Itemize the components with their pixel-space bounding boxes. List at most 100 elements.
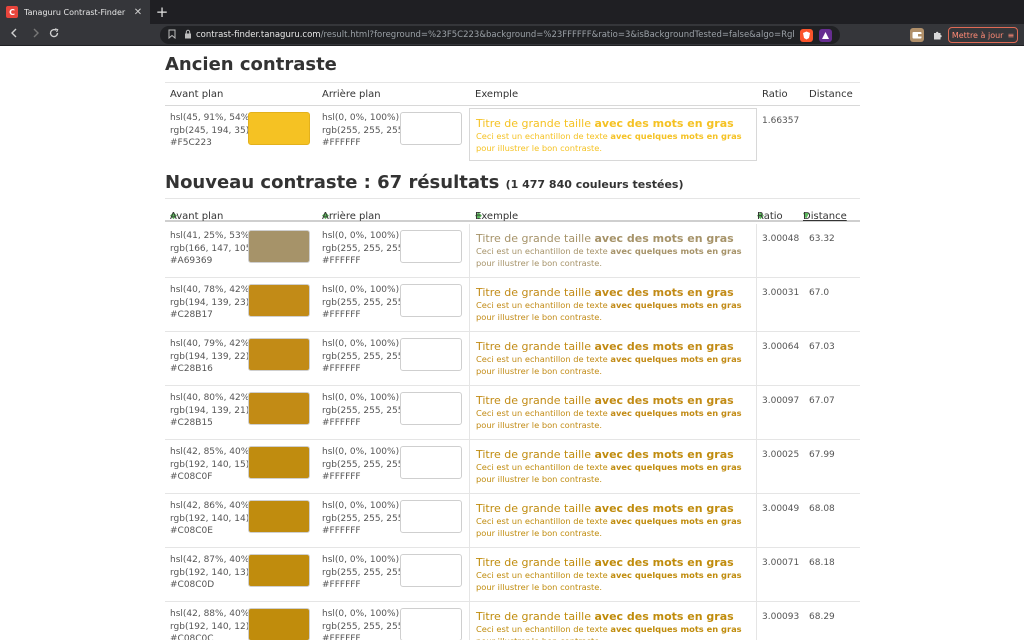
wallet-icon[interactable] [910, 28, 924, 42]
colors-tested-count: (1 477 840 couleurs testées) [505, 178, 684, 191]
sample-text: Ceci est un echantillon de texte avec qu… [476, 354, 756, 377]
sample-text-end: pour illustrer le bon contraste. [476, 581, 603, 592]
fg-values: hsl(42, 87%, 40%) rgb(192, 140, 13) #C08C0… [170, 554, 253, 592]
lock-icon[interactable] [184, 29, 196, 41]
fg-swatch [248, 230, 310, 263]
distance-value: 67.0 [809, 288, 830, 298]
sample-title-bold: avec des mots en gras [594, 556, 734, 569]
col-ratio: Ratio [762, 89, 788, 100]
fg-swatch [248, 284, 310, 317]
bg-values: hsl(0, 0%, 100%) rgb(255, 255, 255) #FFFFF… [322, 500, 407, 538]
update-button[interactable]: Mettre à jour ≡ [948, 27, 1018, 43]
fg-swatch [248, 554, 310, 587]
sample-title: Titre de grande taille avec des mots en … [476, 340, 756, 354]
extensions-icon[interactable] [930, 28, 944, 42]
sample-text-bold: avec quelques mots en gras [610, 354, 742, 364]
bg-values: hsl(0, 0%, 100%) rgb(255, 255, 255) #FFFFF… [322, 338, 407, 376]
back-icon[interactable] [6, 26, 22, 44]
result-row: hsl(42, 85%, 40%) rgb(192, 140, 15) #C08C0… [165, 440, 860, 494]
reload-icon[interactable] [46, 26, 62, 44]
sample-preview: Titre de grande taille avec des mots en … [469, 440, 757, 494]
bg-hsl: hsl(0, 0%, 100%) [322, 555, 400, 565]
bg-rgb: rgb(255, 255, 255) [322, 567, 407, 578]
old-sample: Titre de grande taille avec des mots en … [469, 108, 757, 161]
sample-text-normal: Ceci est un echantillon de texte [476, 408, 611, 418]
bg-values: hsl(0, 0%, 100%) rgb(255, 255, 255) #FFFFF… [322, 446, 407, 484]
new-table-header: ◆ Avant plan ◆ Arrière plan ◆ Exemple ◆ Rati… [165, 198, 860, 222]
sample-title: Titre de grande taille avec des mots en … [476, 556, 756, 570]
old-ratio: 1.66357 [762, 116, 800, 126]
bg-swatch [400, 500, 462, 533]
bg-hex: #FFFFFF [322, 526, 361, 536]
old-bg-hex: #FFFFFF [322, 138, 361, 148]
ratio-value: 3.00049 [762, 504, 800, 514]
ratio-value: 3.00025 [762, 450, 800, 460]
fg-values: hsl(40, 78%, 42%) rgb(194, 139, 23) #C28B1… [170, 284, 253, 322]
fg-hex: #C28B15 [170, 418, 213, 428]
bg-swatch [400, 284, 462, 317]
bg-rgb: rgb(255, 255, 255) [322, 297, 407, 308]
sample-title-bold: avec des mots en gras [594, 232, 734, 245]
sample-title: Titre de grande taille avec des mots en … [476, 394, 756, 408]
sample-text-end: pour illustrer le bon contraste. [476, 257, 603, 268]
fg-hex: #C28B17 [170, 310, 213, 320]
fg-rgb: rgb(192, 140, 13) [170, 567, 250, 578]
sample-text-end: pour illustrer le bon contraste. [476, 142, 603, 153]
bg-swatch [400, 392, 462, 425]
sample-text: Ceci est un echantillon de texte avec qu… [476, 300, 756, 323]
close-icon[interactable]: ✕ [132, 7, 144, 18]
fg-hex: #C08C0D [170, 580, 215, 590]
sample-preview: Titre de grande taille avec des mots en … [469, 278, 757, 332]
new-tab-button[interactable]: + [153, 2, 171, 22]
sample-text-end: pour illustrer le bon contraste. [476, 419, 603, 430]
distance-value: 63.32 [809, 234, 835, 244]
fg-rgb: rgb(194, 139, 23) [170, 297, 250, 308]
address-bar[interactable]: contrast-finder.tanaguru.com/result.html… [160, 26, 840, 44]
sort-example-label: Exemple [475, 211, 519, 222]
sample-text-normal: Ceci est un echantillon de texte [476, 300, 611, 310]
ratio-value: 3.00097 [762, 396, 800, 406]
tab-strip: C Tanaguru Contrast-Finder ✕ + [0, 0, 1024, 24]
sample-title-bold: avec des mots en gras [594, 502, 734, 515]
old-contrast-row: hsl(45, 91%, 54%) rgb(245, 194, 35) #F5C… [165, 106, 860, 164]
fg-rgb: rgb(192, 140, 14) [170, 513, 250, 524]
result-row: hsl(40, 78%, 42%) rgb(194, 139, 23) #C28B1… [165, 278, 860, 332]
sample-text-normal: Ceci est un echantillon de texte [476, 624, 611, 634]
old-fg-swatch [248, 112, 310, 145]
ratio-value: 3.00071 [762, 558, 800, 568]
bg-hsl: hsl(0, 0%, 100%) [322, 609, 400, 619]
distance-value: 68.18 [809, 558, 835, 568]
sample-text-normal: Ceci est un echantillon de texte [476, 131, 611, 141]
brave-shield-icon[interactable] [800, 28, 813, 42]
fg-hex: #C08C0C [170, 634, 214, 640]
update-button-label: Mettre à jour [951, 30, 1004, 40]
sample-text-bold: avec quelques mots en gras [610, 516, 742, 526]
col-foreground: Avant plan [170, 89, 224, 100]
fg-hex: #A69369 [170, 256, 213, 266]
fg-hex: #C28B16 [170, 364, 213, 374]
fg-hex: #C08C0E [170, 526, 213, 536]
bg-hex: #FFFFFF [322, 634, 361, 640]
browser-toolbar: contrast-finder.tanaguru.com/result.html… [0, 24, 1024, 46]
fg-rgb: rgb(192, 140, 15) [170, 459, 250, 470]
fg-hsl: hsl(40, 79%, 42%) [170, 339, 253, 349]
distance-value: 68.29 [809, 612, 835, 622]
bat-rewards-icon[interactable] [819, 28, 832, 42]
tab-contrast-finder[interactable]: C Tanaguru Contrast-Finder ✕ [0, 0, 150, 24]
fg-hsl: hsl(42, 86%, 40%) [170, 501, 253, 511]
sample-title-normal: Titre de grande taille [476, 448, 595, 461]
new-contrast-title: Nouveau contraste : 67 résultats [165, 172, 500, 193]
sample-text-normal: Ceci est un echantillon de texte [476, 354, 611, 364]
bg-rgb: rgb(255, 255, 255) [322, 405, 407, 416]
result-row: hsl(41, 25%, 53%) rgb(166, 147, 105) #A693… [165, 224, 860, 278]
bg-hex: #FFFFFF [322, 472, 361, 482]
distance-value: 67.07 [809, 396, 835, 406]
distance-value: 68.08 [809, 504, 835, 514]
bg-hex: #FFFFFF [322, 580, 361, 590]
forward-icon[interactable] [28, 26, 44, 44]
bookmark-icon[interactable] [168, 29, 178, 42]
bg-values: hsl(0, 0%, 100%) rgb(255, 255, 255) #FFFFF… [322, 608, 407, 640]
sample-title-bold: avec des mots en gras [594, 610, 734, 623]
fg-rgb: rgb(166, 147, 105) [170, 243, 255, 254]
sample-text-bold: avec quelques mots en gras [610, 408, 742, 418]
